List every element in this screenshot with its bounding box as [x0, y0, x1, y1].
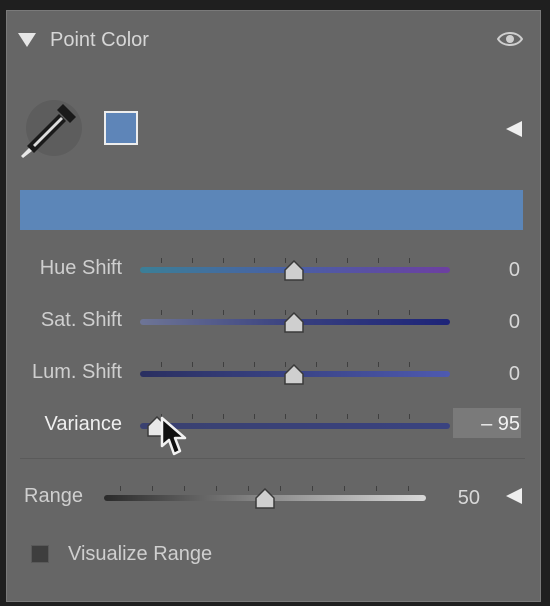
sat-shift-value[interactable]: 0 — [450, 311, 520, 334]
triangle-down-icon[interactable] — [18, 33, 36, 47]
section-divider — [20, 458, 525, 459]
slider-thumb[interactable] — [283, 364, 305, 386]
triangle-left-icon[interactable] — [506, 488, 522, 504]
lum-shift-label: Lum. Shift — [31, 361, 122, 383]
panel-header[interactable]: Point Color — [18, 22, 523, 58]
hue-shift-label: Hue Shift — [39, 257, 122, 279]
range-label: Range — [24, 485, 83, 507]
selected-color-swatch[interactable] — [104, 111, 138, 145]
panel-title: Point Color — [50, 28, 149, 51]
lum-shift-slider[interactable] — [140, 362, 450, 386]
hue-shift-value[interactable]: 0 — [450, 259, 520, 282]
eyedropper-icon — [21, 100, 82, 158]
mouse-pointer-icon — [160, 416, 187, 456]
hue-shift-slider[interactable] — [140, 258, 450, 282]
visualize-range-label[interactable]: Visualize Range — [68, 543, 212, 566]
eyedropper-button[interactable] — [18, 98, 84, 162]
sat-shift-slider[interactable] — [140, 310, 450, 334]
variance-label: Variance — [44, 413, 122, 435]
color-preview-bar — [20, 190, 523, 230]
sat-shift-label: Sat. Shift — [40, 309, 122, 331]
variance-value[interactable]: – 95 — [450, 413, 520, 436]
slider-thumb[interactable] — [254, 488, 276, 510]
lum-shift-value[interactable]: 0 — [450, 363, 520, 386]
slider-thumb[interactable] — [283, 260, 305, 282]
visualize-range-checkbox[interactable] — [31, 545, 49, 563]
range-value[interactable]: 50 — [410, 487, 480, 510]
slider-thumb[interactable] — [283, 312, 305, 334]
eye-icon[interactable] — [497, 30, 523, 48]
range-slider[interactable] — [104, 486, 426, 510]
triangle-left-icon[interactable] — [506, 121, 522, 137]
point-color-panel — [6, 10, 541, 602]
